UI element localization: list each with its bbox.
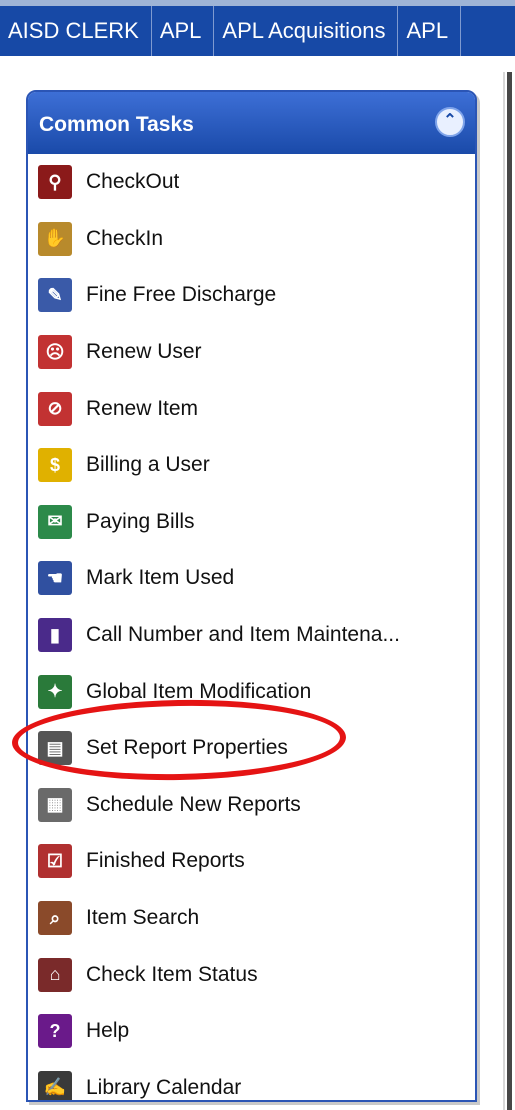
book-hand-icon: ✋ [38,221,72,256]
task-item[interactable]: ☹ Renew User [28,324,475,381]
global-modify-icon: ✦ [38,674,72,709]
task-label: Billing a User [86,453,210,477]
finished-report-icon: ☑ [38,844,72,879]
renew-user-icon: ☹ [38,335,72,370]
task-label: Check Item Status [86,962,258,986]
task-item[interactable]: ☚ Mark Item Used [28,550,475,607]
hand-book-icon: ☚ [38,561,72,596]
report-properties-icon: ▤ [38,731,72,766]
tab-apl-acquisitions[interactable]: APL Acquisitions [214,6,399,56]
task-label: Set Report Properties [86,736,288,760]
calendar-icon: ✍ [38,1070,72,1100]
coins-user-icon: $ [38,448,72,483]
task-label: Mark Item Used [86,566,235,590]
tab-aisd-clerk[interactable]: AISD CLERK [0,6,152,56]
task-item[interactable]: ✦ Global Item Modification [28,663,475,720]
renew-item-icon: ⊘ [38,391,72,426]
task-label: Library Calendar [86,1075,242,1099]
task-label: Global Item Modification [86,679,312,703]
task-item[interactable]: ▮ Call Number and Item Maintena... [28,607,475,664]
task-label: Help [86,1019,130,1043]
task-label: Renew Item [86,396,199,420]
task-item[interactable]: ⚲ CheckOut [28,154,475,211]
panel-title: Common Tasks [39,113,194,136]
task-item[interactable]: $ Billing a User [28,437,475,494]
common-tasks-panel: Common Tasks ⌃ ⚲ CheckOut ✋ CheckIn ✎ Fine Fr… [26,90,477,1102]
task-label: Item Search [86,906,200,930]
task-item[interactable]: ✋ CheckIn [28,211,475,268]
pane-splitter[interactable] [507,72,512,1110]
help-icon: ? [38,1014,72,1049]
stamp-icon: ⚲ [38,165,72,200]
task-label: Paying Bills [86,509,195,533]
task-label: Schedule New Reports [86,792,301,816]
tab-apl-more[interactable]: APL [398,6,462,56]
pane-divider-highlight [503,72,505,1110]
task-item[interactable]: ☑ Finished Reports [28,833,475,890]
task-label: Call Number and Item Maintena... [86,623,400,647]
task-item[interactable]: ✉ Paying Bills [28,494,475,551]
top-tab-bar: AISD CLERK APL APL Acquisitions APL [0,0,515,56]
task-label: Finished Reports [86,849,245,873]
discharge-icon: ✎ [38,278,72,313]
task-item[interactable]: ⊘ Renew Item [28,380,475,437]
task-item[interactable]: ? Help [28,1003,475,1060]
bill-hand-icon: ✉ [38,504,72,539]
chevron-double-up-icon[interactable]: ⌃ [435,107,465,137]
task-item[interactable]: ✍ Library Calendar [28,1060,475,1100]
panel-header: Common Tasks ⌃ [28,92,475,154]
books-icon: ▮ [38,618,72,653]
tab-apl[interactable]: APL [152,6,215,56]
task-item[interactable]: ▦ Schedule New Reports [28,777,475,834]
task-item[interactable]: ✎ Fine Free Discharge [28,267,475,324]
task-label: CheckOut [86,170,180,194]
task-label: CheckIn [86,226,164,250]
task-label: Renew User [86,340,202,364]
item-search-icon: ⌕ [38,901,72,936]
item-status-icon: ⌂ [38,957,72,992]
task-label: Fine Free Discharge [86,283,277,307]
task-item[interactable]: ⌂ Check Item Status [28,946,475,1003]
task-item[interactable]: ▤ Set Report Properties [28,720,475,777]
task-item[interactable]: ⌕ Item Search [28,890,475,947]
schedule-report-icon: ▦ [38,787,72,822]
task-list: ⚲ CheckOut ✋ CheckIn ✎ Fine Free Discharge ☹ Re… [28,154,475,1100]
